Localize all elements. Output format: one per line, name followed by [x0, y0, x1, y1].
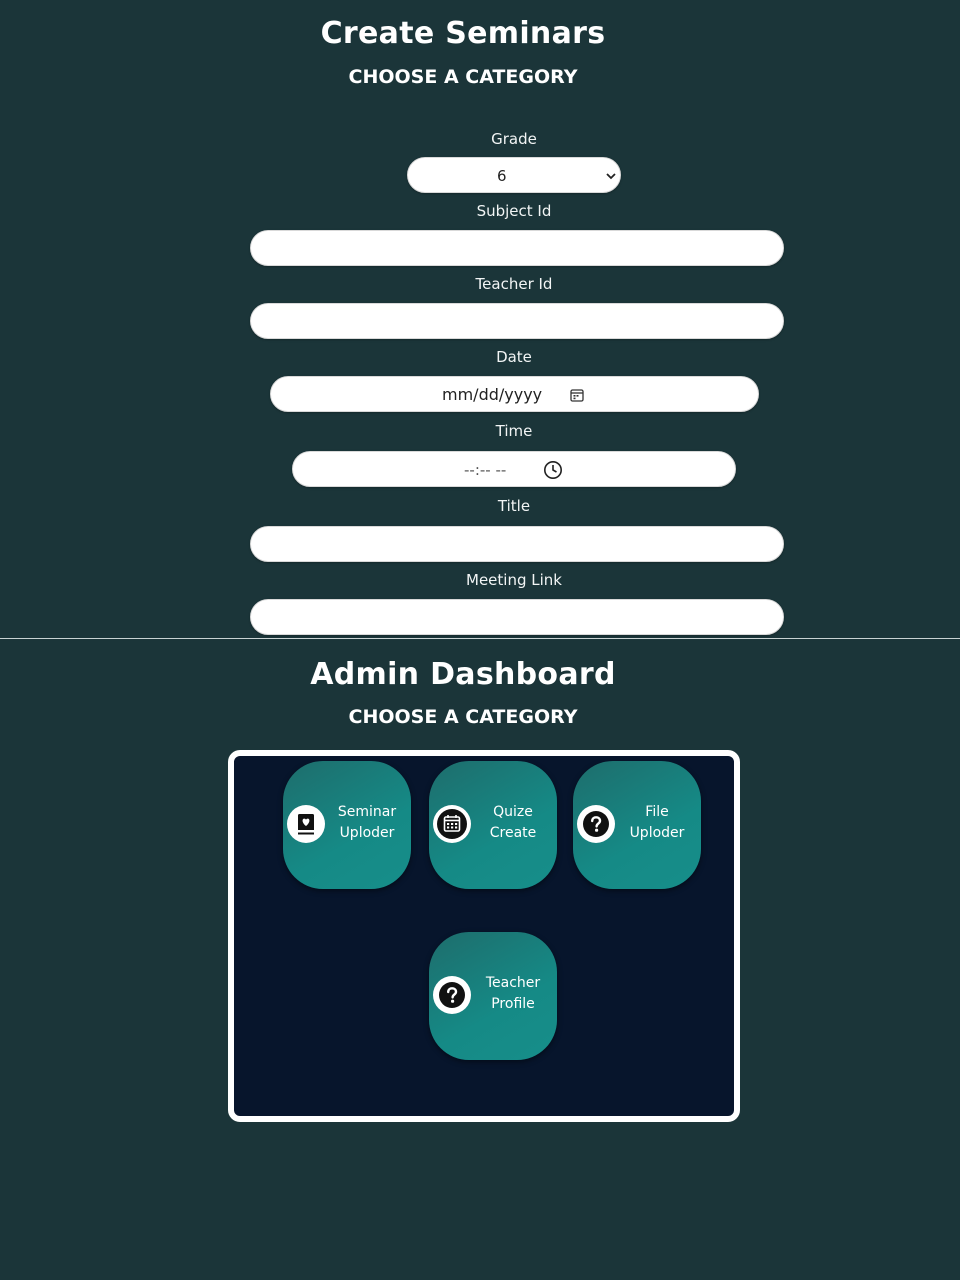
- calendar-icon: [433, 805, 471, 843]
- grade-select[interactable]: 6: [407, 157, 621, 193]
- teacher-profile-label: Teacher Profile: [485, 975, 541, 1012]
- time-label: Time: [495, 422, 533, 440]
- teacher-profile-tile[interactable]: Teacher Profile: [429, 932, 557, 1060]
- dashboard-subtitle: CHOOSE A CATEGORY: [348, 706, 578, 728]
- clock-icon[interactable]: [543, 460, 563, 480]
- chevron-down-icon: [606, 173, 616, 180]
- meeting-link-input[interactable]: [250, 599, 784, 635]
- title-label: Title: [497, 497, 531, 515]
- help-circle-icon: [577, 805, 615, 843]
- seminar-uploader-tile[interactable]: Seminar Uploder: [283, 761, 411, 889]
- subject-id-label: Subject Id: [476, 202, 552, 220]
- grade-value: 6: [497, 167, 507, 185]
- meeting-link-label: Meeting Link: [466, 571, 562, 589]
- time-placeholder: --:-- --: [464, 461, 507, 479]
- book-heart-icon: [287, 805, 325, 843]
- dashboard-title: Admin Dashboard: [310, 657, 616, 692]
- quiz-create-tile[interactable]: Quize Create: [429, 761, 557, 889]
- time-input[interactable]: --:-- --: [292, 451, 736, 487]
- page-subtitle: CHOOSE A CATEGORY: [348, 66, 578, 88]
- calendar-icon[interactable]: [570, 388, 584, 402]
- page-title: Create Seminars: [320, 16, 606, 51]
- title-input[interactable]: [250, 526, 784, 562]
- date-label: Date: [496, 348, 532, 366]
- file-uploader-tile[interactable]: File Uploder: [573, 761, 701, 889]
- date-input[interactable]: mm/dd/yyyy: [270, 376, 759, 412]
- seminar-uploader-label: Seminar Uploder: [337, 804, 397, 841]
- subject-id-input[interactable]: [250, 230, 784, 266]
- grade-label: Grade: [491, 130, 537, 148]
- teacher-id-input[interactable]: [250, 303, 784, 339]
- quiz-create-label: Quize Create: [489, 804, 537, 841]
- help-circle-icon: [433, 976, 471, 1014]
- create-seminars-panel: Create Seminars CHOOSE A CATEGORY Grade …: [0, 0, 960, 638]
- file-uploader-label: File Uploder: [629, 804, 685, 841]
- date-placeholder: mm/dd/yyyy: [442, 385, 543, 404]
- teacher-id-label: Teacher Id: [475, 275, 553, 293]
- category-grid: Seminar Uploder Quize Create File Uplode…: [228, 750, 740, 1122]
- admin-dashboard-panel: Admin Dashboard CHOOSE A CATEGORY Semina…: [0, 639, 960, 1280]
